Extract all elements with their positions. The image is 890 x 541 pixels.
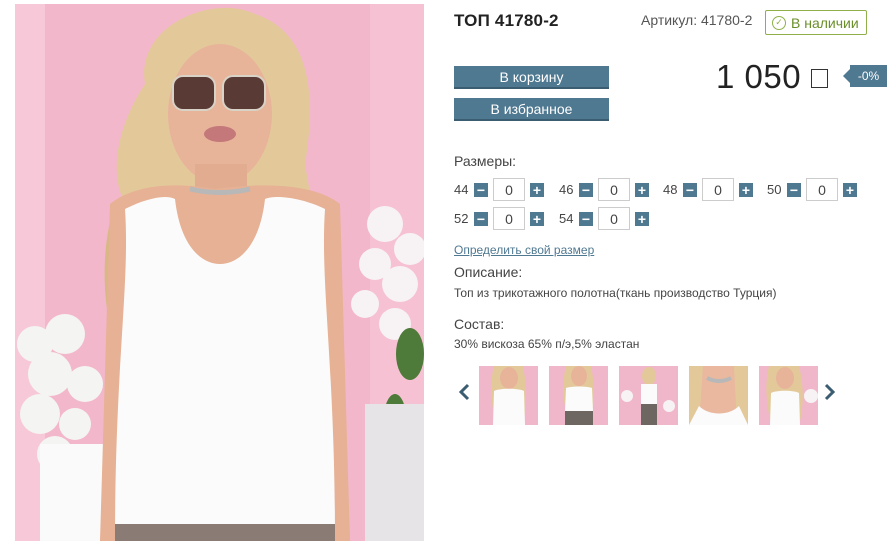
composition-label: Состав: bbox=[454, 316, 505, 332]
stock-badge: ✓ В наличии bbox=[765, 10, 867, 35]
price: 1 050 bbox=[716, 58, 802, 95]
size-number: 54 bbox=[559, 211, 574, 226]
chevron-right-icon[interactable] bbox=[824, 383, 836, 401]
quantity-input[interactable]: 0 bbox=[598, 207, 630, 230]
minus-button[interactable]: − bbox=[683, 182, 697, 197]
minus-button[interactable]: − bbox=[787, 182, 801, 197]
plus-button[interactable]: + bbox=[530, 182, 544, 197]
thumbnail-image[interactable] bbox=[479, 366, 538, 425]
size-number: 52 bbox=[454, 211, 469, 226]
size-number: 48 bbox=[663, 182, 678, 197]
size-stepper-48: 48 − 0 + bbox=[663, 178, 753, 201]
plus-button[interactable]: + bbox=[530, 211, 544, 226]
minus-button[interactable]: − bbox=[474, 211, 488, 226]
size-stepper-50: 50 − 0 + bbox=[767, 178, 857, 201]
sizes-label: Размеры: bbox=[454, 153, 517, 169]
quantity-input[interactable]: 0 bbox=[702, 178, 734, 201]
size-number: 50 bbox=[767, 182, 782, 197]
size-stepper-54: 54 − 0 + bbox=[559, 207, 649, 230]
quantity-input[interactable]: 0 bbox=[598, 178, 630, 201]
product-title: ТОП 41780-2 bbox=[454, 11, 559, 30]
thumbnail-image[interactable] bbox=[759, 366, 818, 425]
product-main-image[interactable] bbox=[15, 4, 424, 541]
size-stepper-52: 52 − 0 + bbox=[454, 207, 544, 230]
size-guide-link[interactable]: Определить свой размер bbox=[454, 243, 594, 257]
thumbnail-image[interactable] bbox=[619, 366, 678, 425]
add-to-cart-button[interactable]: В корзину bbox=[454, 66, 609, 89]
add-to-favorites-button[interactable]: В избранное bbox=[454, 98, 609, 121]
quantity-input[interactable]: 0 bbox=[493, 207, 525, 230]
size-stepper-46: 46 − 0 + bbox=[559, 178, 649, 201]
description-text: Топ из трикотажного полотна(ткань произв… bbox=[454, 286, 777, 300]
size-number: 46 bbox=[559, 182, 574, 197]
minus-button[interactable]: − bbox=[579, 182, 593, 197]
currency-box-icon bbox=[811, 69, 828, 88]
check-circle-icon: ✓ bbox=[772, 15, 786, 30]
article-number: Артикул: 41780-2 bbox=[641, 12, 753, 28]
description-label: Описание: bbox=[454, 264, 523, 280]
minus-button[interactable]: − bbox=[579, 211, 593, 226]
plus-button[interactable]: + bbox=[635, 211, 649, 226]
quantity-input[interactable]: 0 bbox=[493, 178, 525, 201]
thumbnail-image[interactable] bbox=[549, 366, 608, 425]
composition-text: 30% вискоза 65% п/э,5% эластан bbox=[454, 337, 640, 351]
quantity-input[interactable]: 0 bbox=[806, 178, 838, 201]
discount-badge: -0% bbox=[843, 65, 887, 87]
minus-button[interactable]: − bbox=[474, 182, 488, 197]
thumbnail-image[interactable] bbox=[689, 366, 748, 425]
plus-button[interactable]: + bbox=[635, 182, 649, 197]
plus-button[interactable]: + bbox=[739, 182, 753, 197]
chevron-left-icon[interactable] bbox=[458, 383, 470, 401]
size-stepper-44: 44 − 0 + bbox=[454, 178, 544, 201]
size-number: 44 bbox=[454, 182, 469, 197]
stock-label: В наличии bbox=[791, 14, 859, 31]
plus-button[interactable]: + bbox=[843, 182, 857, 197]
